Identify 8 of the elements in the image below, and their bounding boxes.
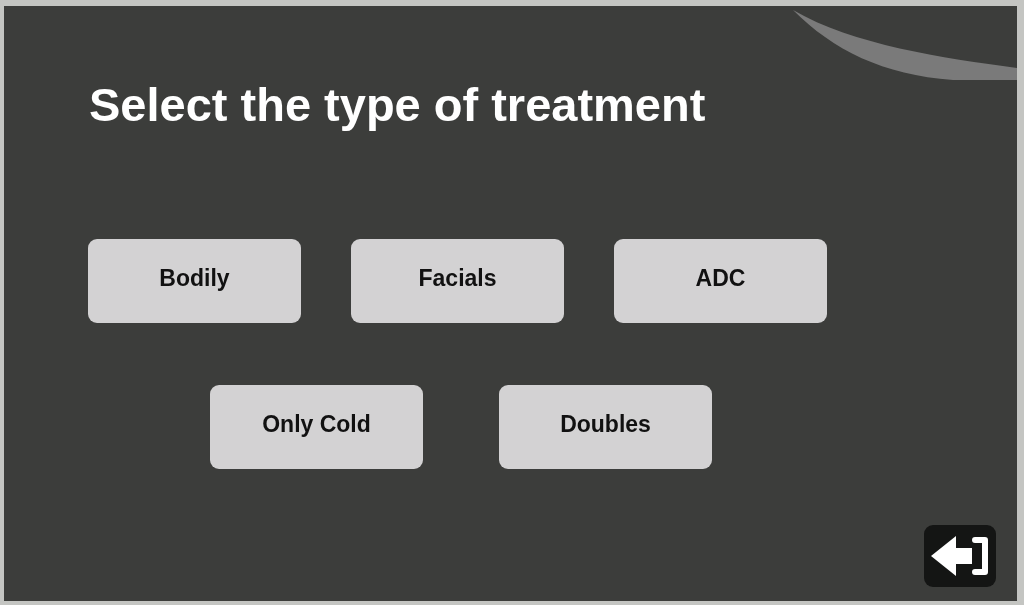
treatment-button[interactable]: Facials (351, 239, 564, 323)
treatment-button[interactable]: Bodily (88, 239, 301, 323)
exit-icon (931, 535, 989, 577)
exit-button[interactable] (924, 525, 996, 587)
treatment-button[interactable]: Doubles (499, 385, 712, 469)
screen-title: Select the type of treatment (89, 79, 706, 131)
treatment-button[interactable]: Only Cold (210, 385, 423, 469)
treatment-button[interactable]: ADC (614, 239, 827, 323)
